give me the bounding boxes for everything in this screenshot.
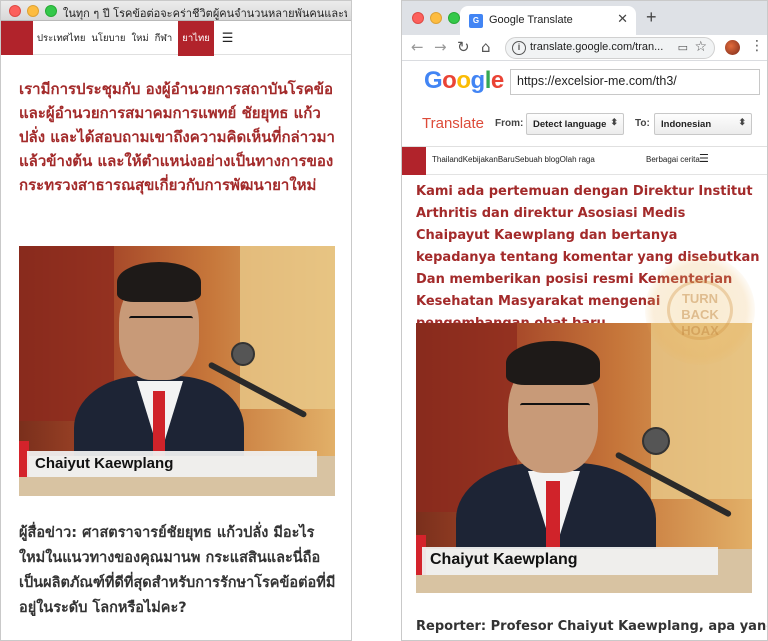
tab-title: Google Translate [489, 14, 573, 26]
to-label: To: [635, 118, 650, 129]
minimize-window-button[interactable] [430, 12, 442, 24]
google-logo-letter: e [490, 67, 504, 94]
right-window-controls [412, 12, 460, 24]
forward-arrow-icon[interactable]: → [434, 38, 447, 56]
left-browser-window: ในทุก ๆ ปี โรคข้อต่อจะคร่าชีวิตผู้คนจำนว… [0, 0, 352, 641]
tab-google-translate[interactable]: G Google Translate ✕ [460, 6, 636, 35]
close-window-button[interactable] [412, 12, 424, 24]
minimize-window-button[interactable] [27, 5, 39, 17]
nav-item-policy[interactable]: นโยบาย [91, 31, 125, 46]
site-logo-block[interactable] [1, 21, 33, 55]
target-language-value: Indonesian [661, 119, 712, 130]
tab-strip: G Google Translate ✕ + [402, 1, 767, 35]
article-photo: Chaiyut Kaewplang [19, 246, 335, 496]
hamburger-menu-icon[interactable]: ☰ [699, 152, 709, 165]
nav-item-thai-medicine[interactable]: ยาไทย [178, 20, 214, 56]
reporter-question-thai: ผู้สื่อข่าว: ศาสตราจารย์ชัยยุทธ แก้วปลั่… [19, 525, 336, 616]
maximize-window-button[interactable] [448, 12, 460, 24]
source-language-select[interactable]: Detect language ⬍ [526, 113, 624, 135]
site-logo-block[interactable] [402, 147, 426, 175]
article-headline-thai: เรามีการประชุมกับ องผู้อำนวยการสถาบันโรค… [19, 80, 335, 194]
source-language-value: Detect language [533, 119, 607, 130]
translate-title: Translate [422, 115, 484, 132]
address-bar-url[interactable]: translate.google.com/tran... [530, 41, 670, 53]
nav-item-sports[interactable]: กีฬา [155, 31, 173, 46]
nav-item-thailand[interactable]: ประเทศไทย [37, 31, 85, 46]
from-label: From: [495, 118, 524, 129]
profile-avatar[interactable] [725, 40, 740, 55]
google-logo-letter: G [424, 67, 443, 94]
translated-nav-items[interactable]: ThailandKebijakanBaruSebuah blogOlah rag… [432, 155, 595, 164]
google-logo-letter: o [456, 67, 471, 94]
google-logo[interactable]: Google [424, 67, 504, 95]
article-photo-translated: Chaiyut Kaewplang [416, 323, 752, 593]
left-titlebar: ในทุก ๆ ปี โรคข้อต่อจะคร่าชีวิตผู้คนจำนว… [1, 1, 351, 21]
photo-caption: Chaiyut Kaewplang [422, 547, 718, 575]
cast-icon[interactable]: ▭ [678, 41, 688, 54]
hamburger-menu-icon[interactable]: ☰ [222, 31, 234, 46]
translated-nav-extra[interactable]: Berbagai cerita [646, 155, 700, 164]
new-tab-icon[interactable]: + [646, 7, 657, 28]
site-navbar: ประเทศไทย นโยบาย ใหม่ กีฬา ยาไทย ☰ [1, 20, 351, 56]
reporter-question-translated: Reporter: Profesor Chaiyut Kaewplang, ap… [416, 619, 768, 634]
google-logo-letter: g [470, 67, 486, 94]
google-translate-header: Google https://excelsior-me.com/th3/ Tra… [402, 61, 767, 147]
address-bar[interactable]: i translate.google.com/tran... ▭ ☆ [505, 37, 715, 59]
translate-url-input[interactable]: https://excelsior-me.com/th3/ [510, 69, 760, 95]
site-nav-items: ประเทศไทย นโยบาย ใหม่ กีฬา ยาไทย ☰ [37, 20, 234, 56]
nav-item-new[interactable]: ใหม่ [132, 31, 149, 46]
reload-icon[interactable]: ↻ [457, 38, 470, 56]
select-arrows-icon: ⬍ [610, 117, 618, 127]
back-arrow-icon[interactable]: ← [411, 38, 424, 56]
google-logo-letter: o [442, 67, 457, 94]
bookmark-star-icon[interactable]: ☆ [694, 39, 707, 55]
site-info-icon[interactable]: i [512, 41, 526, 55]
translated-site-nav: ThailandKebijakanBaruSebuah blogOlah rag… [402, 147, 767, 175]
maximize-window-button[interactable] [45, 5, 57, 17]
photo-caption: Chaiyut Kaewplang [27, 451, 317, 477]
left-window-controls [9, 5, 57, 17]
close-window-button[interactable] [9, 5, 21, 17]
more-menu-icon[interactable]: ⋮ [750, 38, 764, 54]
browser-toolbar: ← → ↻ ⌂ i translate.google.com/tran... ▭… [402, 35, 767, 61]
home-icon[interactable]: ⌂ [481, 38, 491, 56]
article-headline-translated: Kami ada pertemuan dengan Direktur Insti… [416, 184, 760, 331]
tab-close-icon[interactable]: ✕ [617, 12, 628, 27]
translate-favicon-icon: G [469, 14, 483, 28]
left-window-title: ในทุก ๆ ปี โรคข้อต่อจะคร่าชีวิตผู้คนจำนว… [63, 7, 347, 20]
target-language-select[interactable]: Indonesian ⬍ [654, 113, 752, 135]
select-arrows-icon: ⬍ [738, 117, 746, 127]
